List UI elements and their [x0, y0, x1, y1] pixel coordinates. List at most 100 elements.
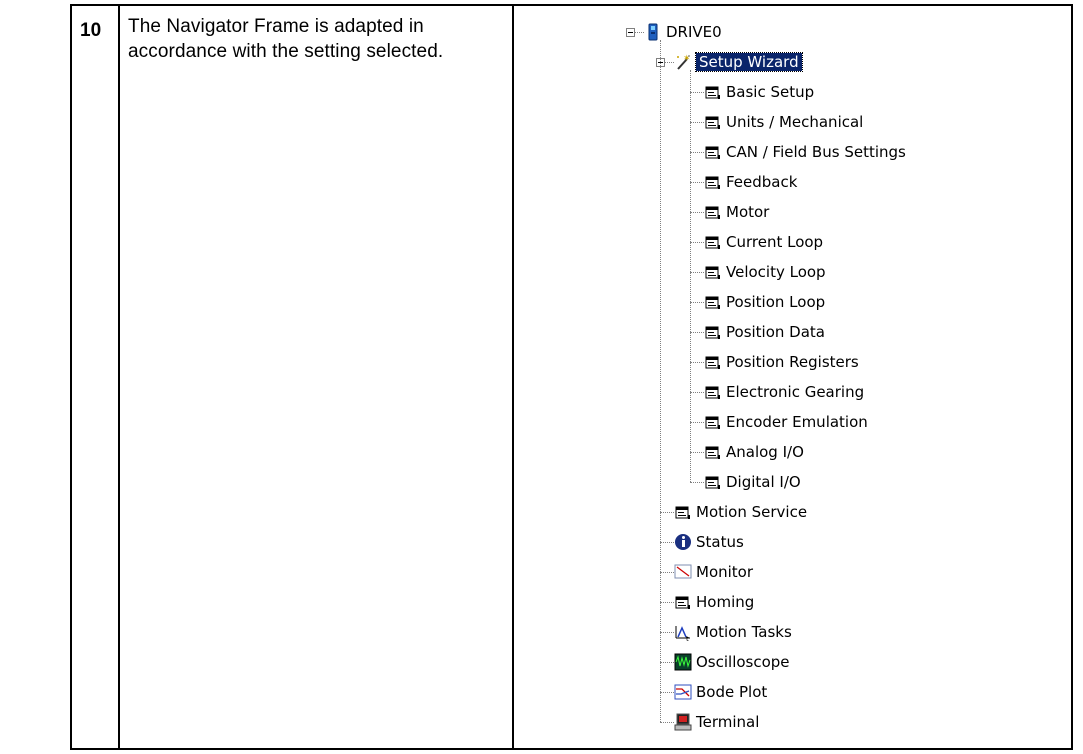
screen-page-icon: [704, 143, 722, 161]
tree-item-label: Position Registers: [726, 353, 859, 371]
instruction-table: 10 The Navigator Frame is adapted in acc…: [70, 4, 1073, 750]
tree-item-label: Oscilloscope: [696, 653, 790, 671]
tree-item-motion-service[interactable]: Motion Service: [674, 499, 807, 525]
tree-item-position-data[interactable]: Position Data: [704, 319, 825, 345]
tree-item-monitor[interactable]: Monitor: [674, 559, 753, 585]
svg-text:t: t: [686, 635, 689, 641]
tree-item-velocity-loop[interactable]: Velocity Loop: [704, 259, 826, 285]
tree-connector-line: [690, 242, 704, 243]
screen-page-icon: [674, 593, 692, 611]
screen-page-icon: [704, 203, 722, 221]
tree-item-motor[interactable]: Motor: [704, 199, 769, 225]
tree-item-label: Position Data: [726, 323, 825, 341]
tree-item-position-loop[interactable]: Position Loop: [704, 289, 825, 315]
tree-connector-line: [635, 32, 644, 33]
tree-item-label: Digital I/O: [726, 473, 801, 491]
tree-connector-line: [690, 482, 704, 483]
screen-page-icon: [704, 233, 722, 251]
tree-connector-line: [660, 542, 674, 543]
screen-page-icon: [704, 293, 722, 311]
tree-item-analog-i-o[interactable]: Analog I/O: [704, 439, 804, 465]
tree-item-label: Position Loop: [726, 293, 826, 311]
drive-icon: [644, 23, 662, 41]
tree-item-label: Velocity Loop: [726, 263, 826, 281]
tree-item-label: Homing: [696, 593, 755, 611]
tree-item-units-mechanical[interactable]: Units / Mechanical: [704, 109, 863, 135]
screen-page-icon: [704, 323, 722, 341]
screen-page-icon: [704, 263, 722, 281]
tree-connector-line: [690, 152, 704, 153]
tree-item-feedback[interactable]: Feedback: [704, 169, 797, 195]
tree-connector-line: [660, 692, 674, 693]
tree-connector-line: [660, 662, 674, 663]
tree-item-label: Motion Tasks: [696, 623, 792, 641]
tree-item-label: Feedback: [726, 173, 798, 191]
tree-connector-line: [690, 392, 704, 393]
tree-item-encoder-emulation[interactable]: Encoder Emulation: [704, 409, 868, 435]
tree-item-can-field-bus-settings[interactable]: CAN / Field Bus Settings: [704, 139, 906, 165]
tree-item-label: Motor: [726, 203, 770, 221]
tree-item-label: Basic Setup: [726, 83, 815, 101]
tree-connector-line: [660, 572, 674, 573]
tree-connector-line: [690, 122, 704, 123]
tree-item-label: CAN / Field Bus Settings: [726, 143, 906, 161]
tree-connector-line: [665, 62, 674, 63]
screen-page-icon: [704, 413, 722, 431]
tree-connector-line: [690, 212, 704, 213]
navigator-tree: DRIVE0 ✶ Setup Wizard Basic Setup Units / Me…: [514, 6, 1071, 748]
tree-item-basic-setup[interactable]: Basic Setup: [704, 79, 814, 105]
bode-plot-icon: [674, 683, 692, 701]
tree-connector-line: [690, 272, 704, 273]
magic-wand-icon: ✶: [674, 53, 692, 71]
tree-item-current-loop[interactable]: Current Loop: [704, 229, 823, 255]
tree-item-drive0[interactable]: DRIVE0: [644, 19, 722, 45]
tree-item-motion-tasks[interactable]: t Motion Tasks: [674, 619, 792, 645]
tree-connector-line: [660, 602, 674, 603]
tree-item-label: Current Loop: [726, 233, 824, 251]
terminal-icon: [674, 713, 692, 731]
tree-connector-line: [660, 722, 674, 723]
tree-item-label: Status: [696, 533, 744, 551]
table-row: 10 The Navigator Frame is adapted in acc…: [70, 4, 1073, 750]
tree-item-label: Analog I/O: [726, 443, 804, 461]
tree-item-setup-wizard[interactable]: ✶ Setup Wizard: [674, 49, 803, 75]
tree-connector-line: [690, 70, 691, 482]
tree-item-homing[interactable]: Homing: [674, 589, 754, 615]
tree-item-label: Monitor: [696, 563, 754, 581]
tree-item-digital-i-o[interactable]: Digital I/O: [704, 469, 801, 495]
tree-connector-line: [690, 422, 704, 423]
tree-item-status[interactable]: Status: [674, 529, 744, 555]
screen-page-icon: [704, 473, 722, 491]
step-cell: 10: [70, 4, 120, 750]
screen-page-icon: [704, 353, 722, 371]
step-number: 10: [80, 20, 102, 41]
tree-item-electronic-gearing[interactable]: Electronic Gearing: [704, 379, 864, 405]
tree-connector-line: [660, 512, 674, 513]
tree-item-label: Motion Service: [696, 503, 808, 521]
tree-item-terminal[interactable]: Terminal: [674, 709, 759, 735]
tree-connector-line: [690, 452, 704, 453]
info-icon: [674, 533, 692, 551]
navigator-tree-cell: DRIVE0 ✶ Setup Wizard Basic Setup Units / Me…: [512, 4, 1073, 750]
monitor-icon: [674, 563, 692, 581]
tree-item-label: Bode Plot: [696, 683, 768, 701]
description-cell: The Navigator Frame is adapted in accord…: [118, 4, 514, 750]
step-description: The Navigator Frame is adapted in accord…: [128, 16, 444, 62]
tree-connector-line: [690, 362, 704, 363]
tree-item-label: Units / Mechanical: [726, 113, 864, 131]
tree-item-label: Setup Wizard: [695, 52, 803, 72]
screen-page-icon: [704, 113, 722, 131]
tree-connector-line: [660, 632, 674, 633]
tree-item-oscilloscope[interactable]: Oscilloscope: [674, 649, 790, 675]
tree-item-bode-plot[interactable]: Bode Plot: [674, 679, 767, 705]
screen-page-icon: [704, 83, 722, 101]
tree-item-label: Terminal: [696, 713, 760, 731]
tree-item-label: Electronic Gearing: [726, 383, 865, 401]
tree-connector-line: [660, 40, 661, 722]
tree-item-label: DRIVE0: [666, 23, 722, 41]
screen-page-icon: [704, 383, 722, 401]
tree-item-position-registers[interactable]: Position Registers: [704, 349, 859, 375]
tree-connector-line: [690, 182, 704, 183]
collapse-toggle-drive0[interactable]: [626, 28, 635, 37]
screen-page-icon: [704, 173, 722, 191]
